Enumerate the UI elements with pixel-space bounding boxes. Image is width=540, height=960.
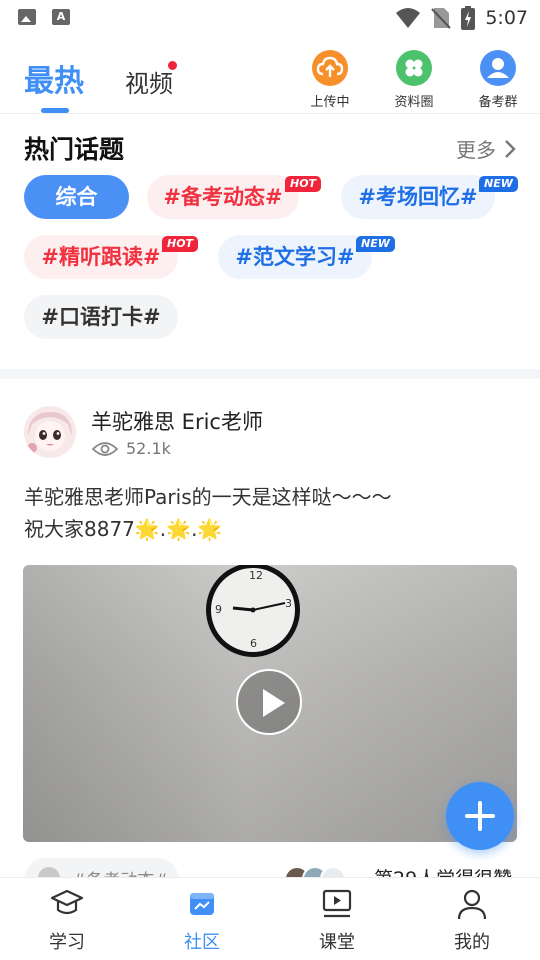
star-emoji: 🌟.🌟.🌟: [134, 517, 223, 541]
new-badge: NEW: [356, 236, 395, 252]
topic-chip-speaking[interactable]: #口语打卡#: [24, 295, 178, 339]
no-sim-icon: [431, 8, 452, 29]
header-divider: [0, 113, 540, 114]
topic-chip-listening[interactable]: #精听跟读#: [24, 235, 178, 279]
study-group-button[interactable]: 备考群: [463, 50, 533, 110]
clock: 5:07: [485, 7, 528, 29]
nav-profile-label: 我的: [454, 932, 490, 953]
study-group-label: 备考群: [478, 95, 518, 110]
topic-chip-exam-news[interactable]: #备考动态#: [147, 175, 299, 219]
eye-icon: [92, 441, 118, 456]
post-text-line-2: 祝大家8877🌟.🌟.🌟: [24, 513, 516, 545]
new-badge: NEW: [479, 176, 518, 192]
post-text-line-2-text: 祝大家8877: [24, 517, 135, 541]
nav-community[interactable]: 社区: [162, 888, 242, 954]
post-text[interactable]: 羊驼雅思老师Paris的一天是这样哒～～～ 祝大家8877🌟.🌟.🌟: [24, 481, 516, 545]
nav-study[interactable]: 学习: [27, 888, 107, 954]
author-name[interactable]: 羊驼雅思 Eric老师: [91, 406, 263, 436]
status-right-icons: 5:07: [395, 6, 528, 30]
materials-button[interactable]: 资料圈: [379, 50, 449, 110]
tab-video[interactable]: 视频: [125, 64, 173, 99]
more-link[interactable]: 更多: [456, 134, 516, 163]
view-count: 52.1k: [92, 439, 171, 458]
section-separator: [0, 369, 540, 379]
nav-profile[interactable]: 我的: [432, 888, 512, 954]
upload-label: 上传中: [310, 95, 350, 110]
materials-label: 资料圈: [394, 95, 434, 110]
status-bar: A 5:07: [0, 0, 540, 36]
nav-classroom[interactable]: 课堂: [297, 888, 377, 954]
hot-badge: HOT: [162, 236, 199, 252]
clover-icon: [396, 50, 432, 86]
view-count-value: 52.1k: [126, 439, 171, 458]
section-title: 热门话题: [24, 135, 125, 164]
image-icon: [18, 9, 36, 25]
topic-chip-essays[interactable]: #范文学习#: [218, 235, 372, 279]
battery-charging-icon: [461, 6, 476, 30]
a-letter-icon: A: [52, 9, 70, 25]
topic-chip-all[interactable]: 综合: [24, 175, 129, 219]
person-icon: [457, 889, 487, 920]
nav-community-label: 社区: [184, 932, 220, 953]
nav-classroom-label: 课堂: [319, 932, 355, 953]
svg-text:3: 3: [285, 597, 292, 610]
cloud-upload-icon: [312, 50, 348, 86]
chevron-right-icon: [505, 139, 516, 158]
wifi-icon: [396, 8, 421, 28]
video-player[interactable]: 12 3 6 9: [23, 565, 517, 842]
play-button[interactable]: [236, 669, 302, 735]
create-post-button[interactable]: [446, 782, 514, 850]
bottom-nav: 学习 社区 课堂 我的: [0, 877, 540, 960]
status-left-icons: A: [18, 9, 70, 25]
user-group-icon: [480, 50, 516, 86]
unread-dot: [168, 61, 177, 70]
topic-chip-exam-recall[interactable]: #考场回忆#: [341, 175, 495, 219]
community-icon: [190, 893, 214, 915]
next-post-likes: 第29人觉得很赞: [284, 858, 524, 878]
avatar[interactable]: [24, 406, 76, 458]
svg-text:9: 9: [215, 603, 222, 616]
nav-study-label: 学习: [49, 932, 85, 953]
likes-text: 第29人觉得很赞: [374, 864, 512, 878]
more-label: 更多: [456, 138, 496, 162]
svg-text:6: 6: [250, 637, 257, 650]
svg-text:12: 12: [249, 569, 263, 582]
upload-button[interactable]: 上传中: [295, 50, 365, 110]
hot-badge: HOT: [285, 176, 322, 192]
video-class-icon: [322, 889, 352, 918]
graduation-cap-icon: [50, 889, 84, 915]
tab-hot[interactable]: 最热: [24, 56, 84, 100]
post-text-line-1: 羊驼雅思老师Paris的一天是这样哒～～～: [24, 485, 392, 509]
